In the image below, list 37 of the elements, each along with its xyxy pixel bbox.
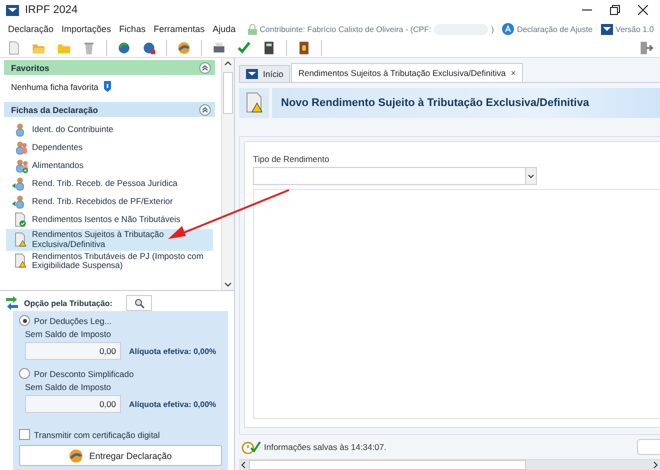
amount-field: 0,00 — [25, 395, 121, 413]
menu-item[interactable]: Ajuda — [208, 24, 240, 34]
radio-label[interactable]: Por Desconto Simplificado — [34, 368, 134, 378]
menu-item[interactable]: Fichas — [115, 24, 150, 34]
window-title: IRPF 2024 — [25, 4, 79, 16]
taxpayer-label: Contribuinte: Fabrício Calixto de Oliveira - (CPF: — [260, 24, 432, 34]
effective-rate: Alíquota efetiva: 0,00% — [129, 400, 216, 408]
sidebar-item[interactable]: Dependentes — [6, 139, 213, 157]
tab[interactable]: Início — [239, 65, 290, 82]
version-label: Versão 1.0 — [616, 24, 654, 34]
menu-item[interactable]: Importações — [58, 24, 116, 34]
sidebar-item[interactable]: Rendimentos Isentos e Não Tributáveis — [6, 211, 213, 229]
sidebar-item[interactable]: Rendimentos Tributáveis de PJ (Imposto com Exigibilidade Suspensa) — [6, 250, 213, 272]
section-title: Favoritos — [11, 62, 50, 72]
balance-caption: Sem Saldo de Imposto — [24, 329, 112, 339]
sidebar-item[interactable]: Ident. do Contribuinte — [6, 121, 213, 139]
effective-rate: Alíquota efetiva: 0,00% — [129, 346, 216, 356]
tab[interactable]: Rendimentos Sujeitos à Tributação Exclusiva/Definitiva × — [291, 63, 524, 82]
sidebar-item[interactable]: Alimentandos — [6, 157, 213, 175]
menu-item[interactable]: Ferramentas — [150, 24, 209, 34]
status-message: Informações salvas às 14:34:07. — [264, 442, 388, 452]
sidebar-item[interactable]: Rend. Trib. Recebidos de PF/Exterior — [6, 193, 213, 211]
radio-label[interactable]: Por Deduções Leg... — [34, 316, 112, 326]
sidebar-item[interactable]: Rendimentos Sujeitos à Tributação Exclusiva/Definitiva — [6, 229, 213, 251]
section-title: Fichas da Declaração — [11, 104, 98, 114]
submit-button[interactable]: Entregar Declaração — [19, 445, 222, 466]
taxpayer-label-end: ) — [491, 24, 494, 34]
taxation-title: Opção pela Tributação: — [24, 298, 112, 308]
balance-caption: Sem Saldo de Imposto — [24, 382, 112, 392]
sidebar-item[interactable]: Rend. Trib. Receb. de Pessoa Jurídica — [6, 175, 213, 193]
menu-item[interactable]: Declaração — [4, 24, 58, 34]
checkbox-label[interactable]: Transmitir com certificação digital — [34, 430, 160, 440]
field-label: Tipo de Rendimento — [253, 154, 330, 164]
declaration-type: Declaração de Ajuste — [516, 24, 593, 34]
amount-field: 0,00 — [25, 342, 121, 360]
empty-favorites-text: Nenhuma ficha favorita — [11, 82, 98, 92]
form-title: Novo Rendimento Sujeito à Tributação Exclusiva/Definitiva — [272, 88, 660, 118]
